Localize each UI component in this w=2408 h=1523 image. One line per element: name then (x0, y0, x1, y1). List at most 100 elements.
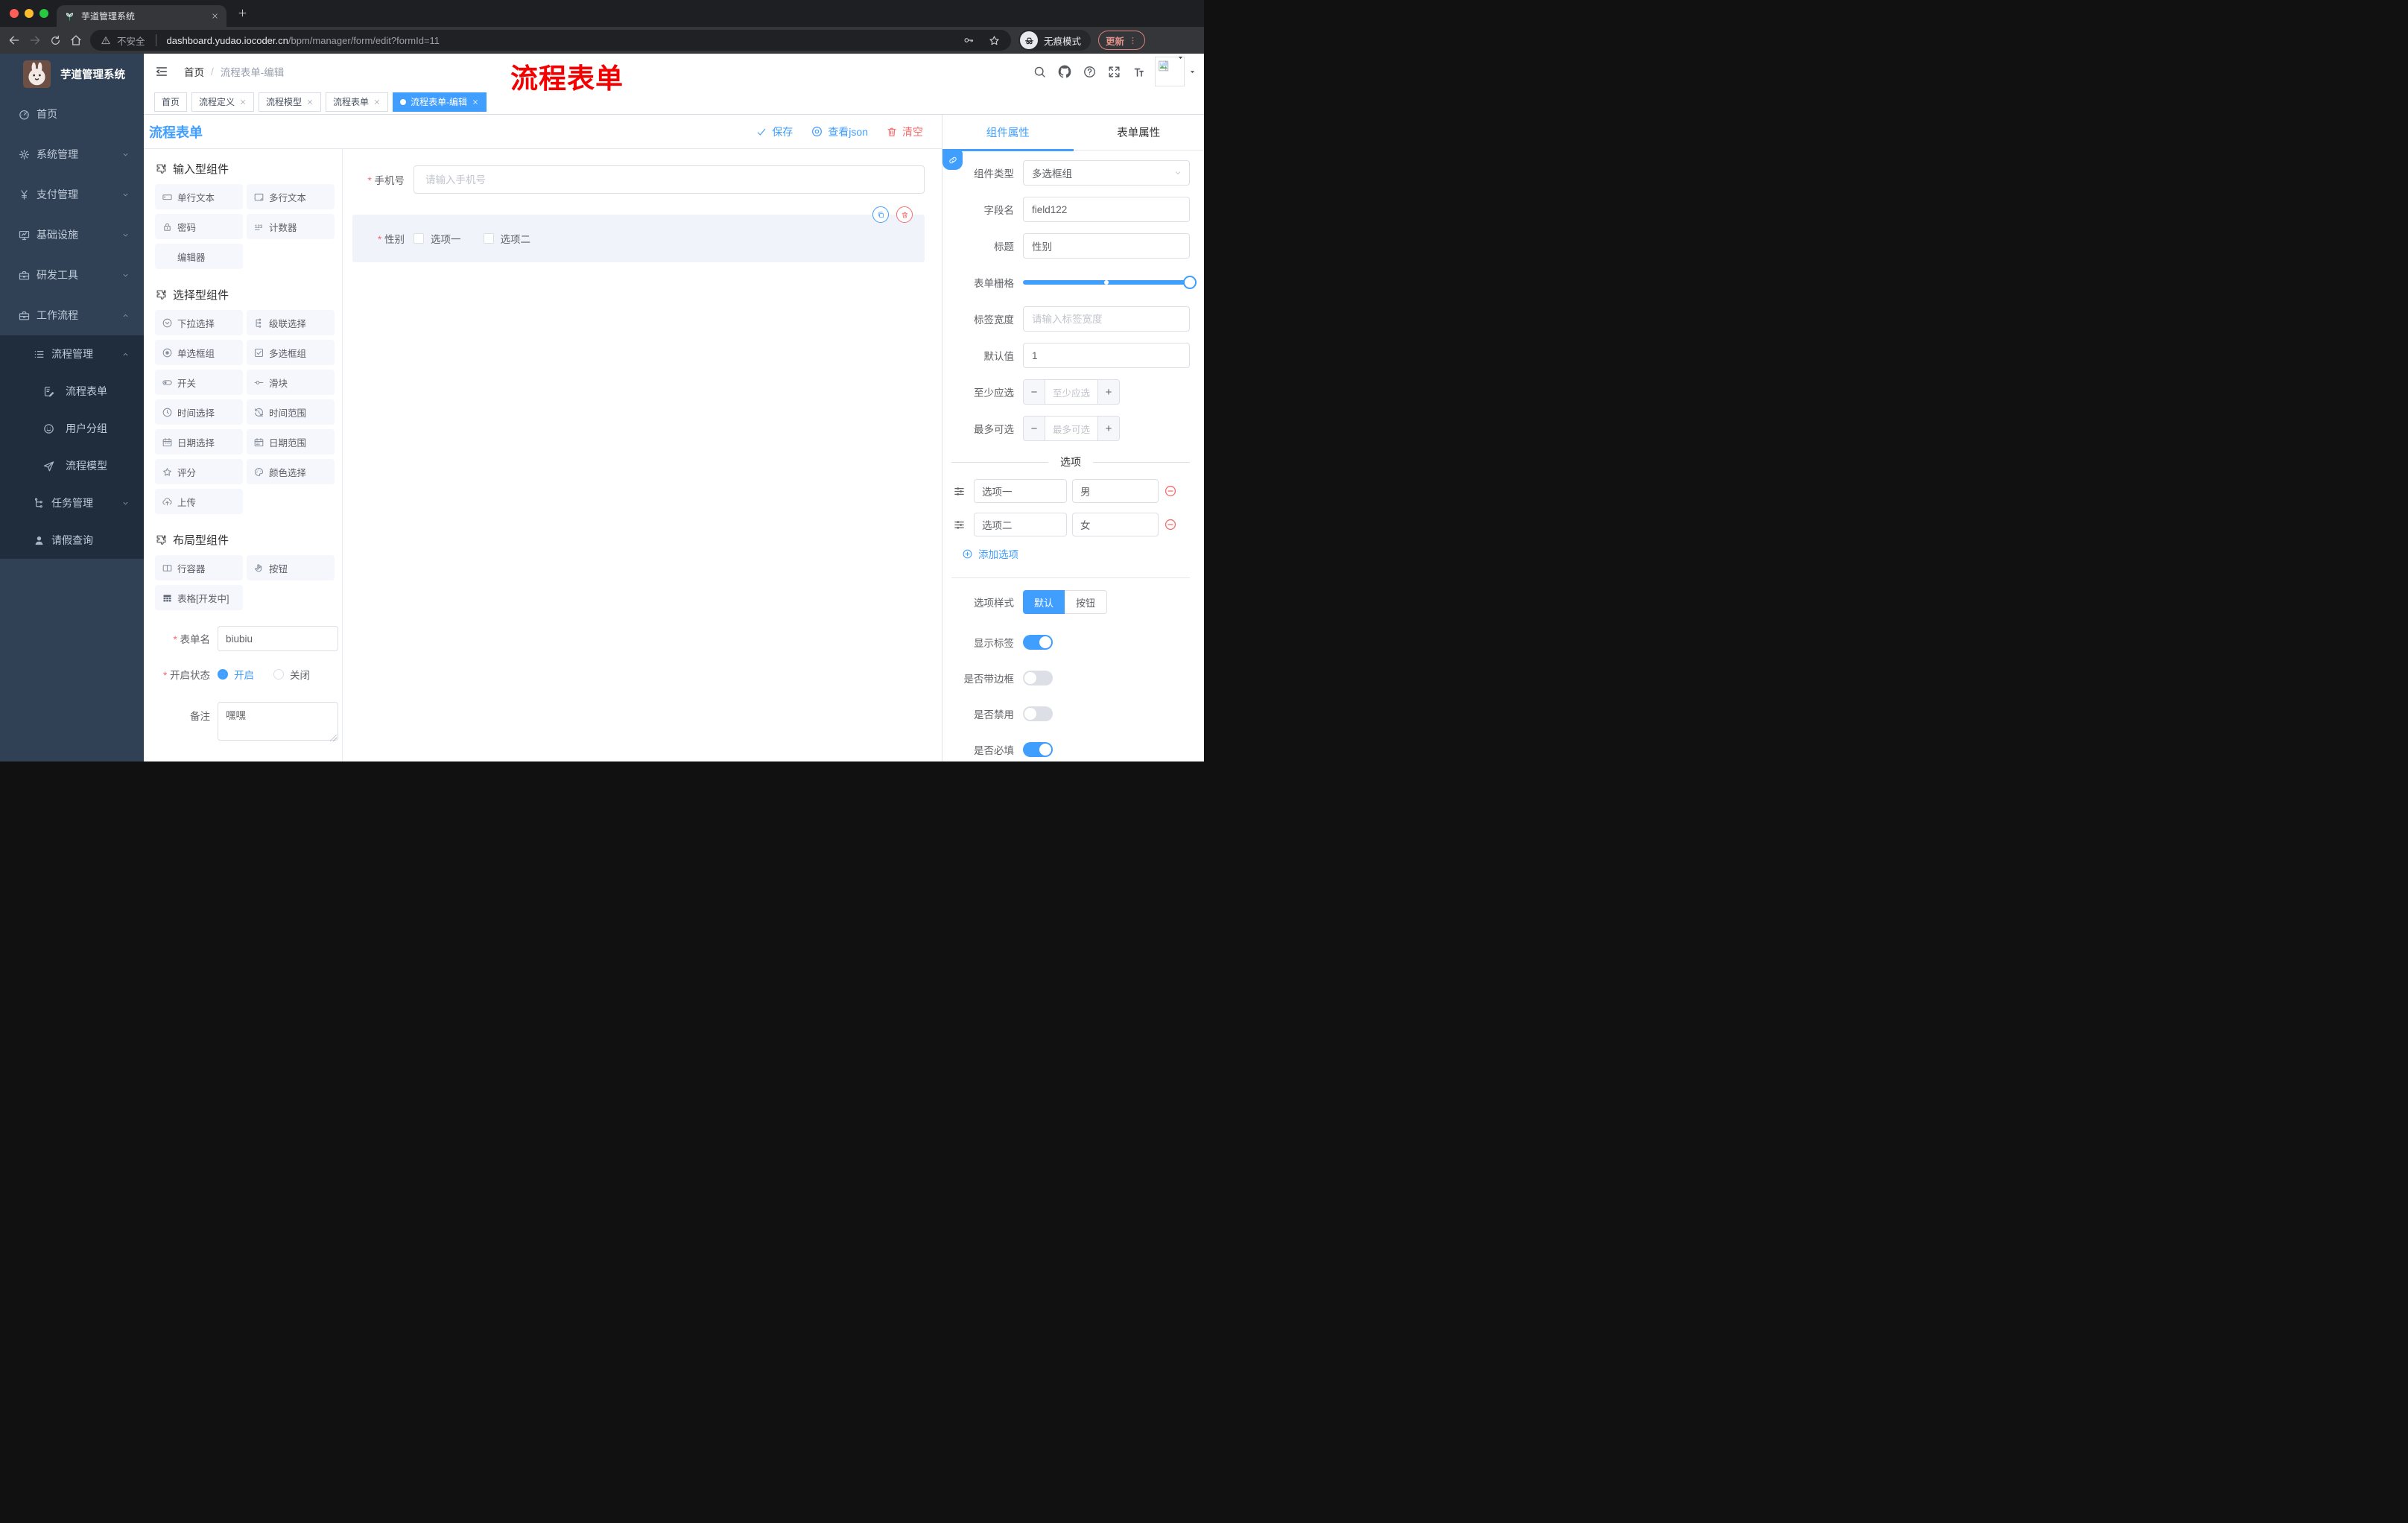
drag-handle-icon[interactable] (953, 485, 966, 498)
resize-grip[interactable] (330, 735, 337, 741)
palette-item-checkbox-group[interactable]: 多选框组 (247, 340, 335, 365)
stepper-placeholder[interactable]: 至少应选 (1045, 380, 1097, 404)
remove-option-icon[interactable] (1164, 518, 1177, 531)
close-icon[interactable] (239, 98, 247, 106)
palette-item-radio-group[interactable]: 单选框组 (155, 340, 243, 365)
grid-slider[interactable] (1023, 270, 1197, 295)
palette-item-row-container[interactable]: 行容器 (155, 555, 243, 580)
tag-process-form[interactable]: 流程表单 (326, 92, 389, 112)
checkbox[interactable] (483, 233, 494, 244)
palette-item-date-picker[interactable]: 日期选择 (155, 429, 243, 455)
option-label-input[interactable] (974, 513, 1067, 536)
palette-item-time-picker[interactable]: 时间选择 (155, 399, 243, 425)
sidebar-item-user-group[interactable]: 用户分组 (0, 410, 144, 447)
drag-handle-icon[interactable] (953, 519, 966, 531)
update-browser-button[interactable]: 更新 (1098, 31, 1146, 50)
label-width-input[interactable] (1023, 306, 1190, 332)
close-icon[interactable] (373, 98, 381, 106)
stepper-placeholder[interactable]: 最多可选 (1045, 417, 1097, 440)
back-icon[interactable] (7, 34, 21, 47)
sidebar-item-devtools[interactable]: 研发工具 (0, 255, 144, 295)
form-name-input[interactable] (218, 626, 338, 651)
component-type-select[interactable] (1023, 160, 1190, 186)
style-button-button[interactable]: 按钮 (1065, 590, 1108, 614)
option-label-input[interactable] (974, 479, 1067, 503)
close-tab-icon[interactable] (211, 12, 219, 20)
slider-handle[interactable] (1183, 276, 1197, 289)
palette-item-switch[interactable]: 开关 (155, 370, 243, 395)
palette-item-counter[interactable]: 计数器 (247, 214, 335, 239)
add-option-button[interactable]: 添加选项 (962, 546, 1190, 561)
palette-item-time-range[interactable]: 时间范围 (247, 399, 335, 425)
disabled-toggle[interactable] (1023, 706, 1053, 721)
tag-process-form-edit[interactable]: 流程表单-编辑 (393, 92, 487, 112)
remove-option-icon[interactable] (1164, 484, 1177, 498)
clear-button[interactable]: 清空 (886, 124, 923, 139)
avatar-caret-icon[interactable] (1188, 68, 1197, 76)
sidebar-item-process-form[interactable]: 流程表单 (0, 373, 144, 410)
phone-input[interactable] (414, 165, 925, 194)
new-tab-button[interactable] (237, 7, 248, 19)
palette-item-password[interactable]: 密码 (155, 214, 243, 239)
browser-menu-dots-icon[interactable] (1128, 36, 1138, 45)
show-label-toggle[interactable] (1023, 635, 1053, 650)
sidebar-item-task-mgmt[interactable]: 任务管理 (0, 484, 144, 522)
browser-tab[interactable]: 芋道管理系统 (57, 5, 226, 27)
palette-item-rate[interactable]: 评分 (155, 459, 243, 484)
stepper-minus-button[interactable]: − (1024, 417, 1045, 440)
sidebar-item-process-model[interactable]: 流程模型 (0, 447, 144, 484)
tab-component-props[interactable]: 组件属性 (942, 115, 1074, 150)
maximize-window-button[interactable] (39, 9, 48, 18)
sidebar-item-workflow[interactable]: 工作流程 (0, 295, 144, 335)
canvas-field-phone[interactable]: 手机号 (352, 165, 925, 194)
sidebar-logo[interactable]: 芋道管理系统 (0, 54, 144, 94)
tag-process-model[interactable]: 流程模型 (259, 92, 322, 112)
gender-checkbox-option1[interactable]: 选项一 (414, 231, 461, 246)
close-icon[interactable] (472, 98, 479, 106)
gender-checkbox-option2[interactable]: 选项二 (483, 231, 530, 246)
tab-form-props[interactable]: 表单属性 (1074, 115, 1205, 150)
palette-item-color-picker[interactable]: 颜色选择 (247, 459, 335, 484)
duplicate-component-button[interactable] (872, 206, 889, 223)
home-icon[interactable] (69, 34, 83, 47)
palette-item-date-range[interactable]: 日期范围 (247, 429, 335, 455)
sidebar-fold-icon[interactable] (154, 64, 169, 79)
canvas-field-gender-selected[interactable]: 性别 选项一 选项二 (352, 206, 925, 262)
tag-process-definition[interactable]: 流程定义 (191, 92, 255, 112)
password-key-icon[interactable] (963, 34, 975, 46)
reload-icon[interactable] (49, 34, 62, 47)
option-value-input[interactable] (1072, 513, 1159, 536)
search-icon[interactable] (1033, 65, 1047, 79)
palette-item-multi-text[interactable]: 多行文本 (247, 184, 335, 209)
required-toggle[interactable] (1023, 742, 1053, 757)
slider-track[interactable] (1023, 276, 1197, 289)
delete-component-button[interactable] (896, 206, 913, 223)
palette-item-slider[interactable]: 滑块 (247, 370, 335, 395)
palette-item-cascader[interactable]: 级联选择 (247, 310, 335, 335)
palette-item-button[interactable]: 按钮 (247, 555, 335, 580)
close-icon[interactable] (306, 98, 314, 106)
font-size-icon[interactable] (1132, 65, 1146, 79)
save-button[interactable]: 保存 (755, 124, 793, 139)
status-radio-off[interactable]: 关闭 (273, 667, 310, 682)
sidebar-item-payment[interactable]: 支付管理 (0, 174, 144, 215)
default-value-input[interactable] (1023, 343, 1190, 368)
sidebar-item-process-mgmt[interactable]: 流程管理 (0, 335, 144, 373)
palette-item-editor[interactable]: 编辑器 (155, 244, 243, 269)
stepper-plus-button[interactable]: + (1097, 380, 1119, 404)
palette-item-upload[interactable]: 上传 (155, 489, 243, 514)
palette-item-table[interactable]: 表格[开发中] (155, 585, 243, 610)
component-type-value[interactable] (1023, 160, 1190, 186)
status-radio-on[interactable]: 开启 (218, 667, 254, 682)
sidebar-item-home[interactable]: 首页 (0, 94, 144, 134)
tag-home[interactable]: 首页 (154, 92, 188, 112)
data-binding-tag[interactable] (942, 151, 963, 170)
style-default-button[interactable]: 默认 (1023, 590, 1065, 614)
stepper-minus-button[interactable]: − (1024, 380, 1045, 404)
sidebar-item-infra[interactable]: 基础设施 (0, 215, 144, 255)
help-icon[interactable] (1083, 65, 1097, 79)
checkbox[interactable] (414, 233, 424, 244)
minimize-window-button[interactable] (25, 9, 34, 18)
sidebar-item-leave-query[interactable]: 请假查询 (0, 522, 144, 559)
stepper-plus-button[interactable]: + (1097, 417, 1119, 440)
